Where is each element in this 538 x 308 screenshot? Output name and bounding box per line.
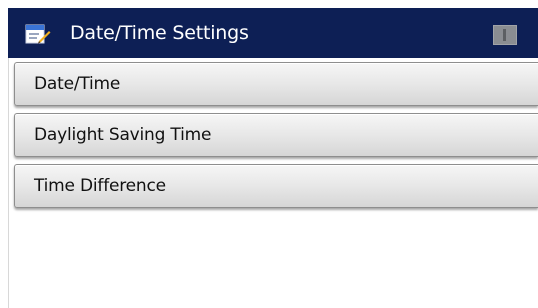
menu-item-date-time[interactable]: Date/Time	[14, 62, 538, 106]
menu-item-label: Date/Time	[34, 74, 121, 94]
settings-menu: Date/Time Daylight Saving Time Time Diff…	[14, 62, 538, 215]
menu-item-label: Time Difference	[34, 176, 166, 196]
menu-item-label: Daylight Saving Time	[34, 125, 212, 145]
page-title: Date/Time Settings	[70, 22, 249, 44]
battery-icon	[493, 25, 517, 45]
menu-item-daylight-saving-time[interactable]: Daylight Saving Time	[14, 113, 538, 157]
menu-item-time-difference[interactable]: Time Difference	[14, 164, 538, 208]
title-bar: Date/Time Settings	[8, 8, 538, 58]
settings-clipboard-icon	[25, 21, 51, 45]
